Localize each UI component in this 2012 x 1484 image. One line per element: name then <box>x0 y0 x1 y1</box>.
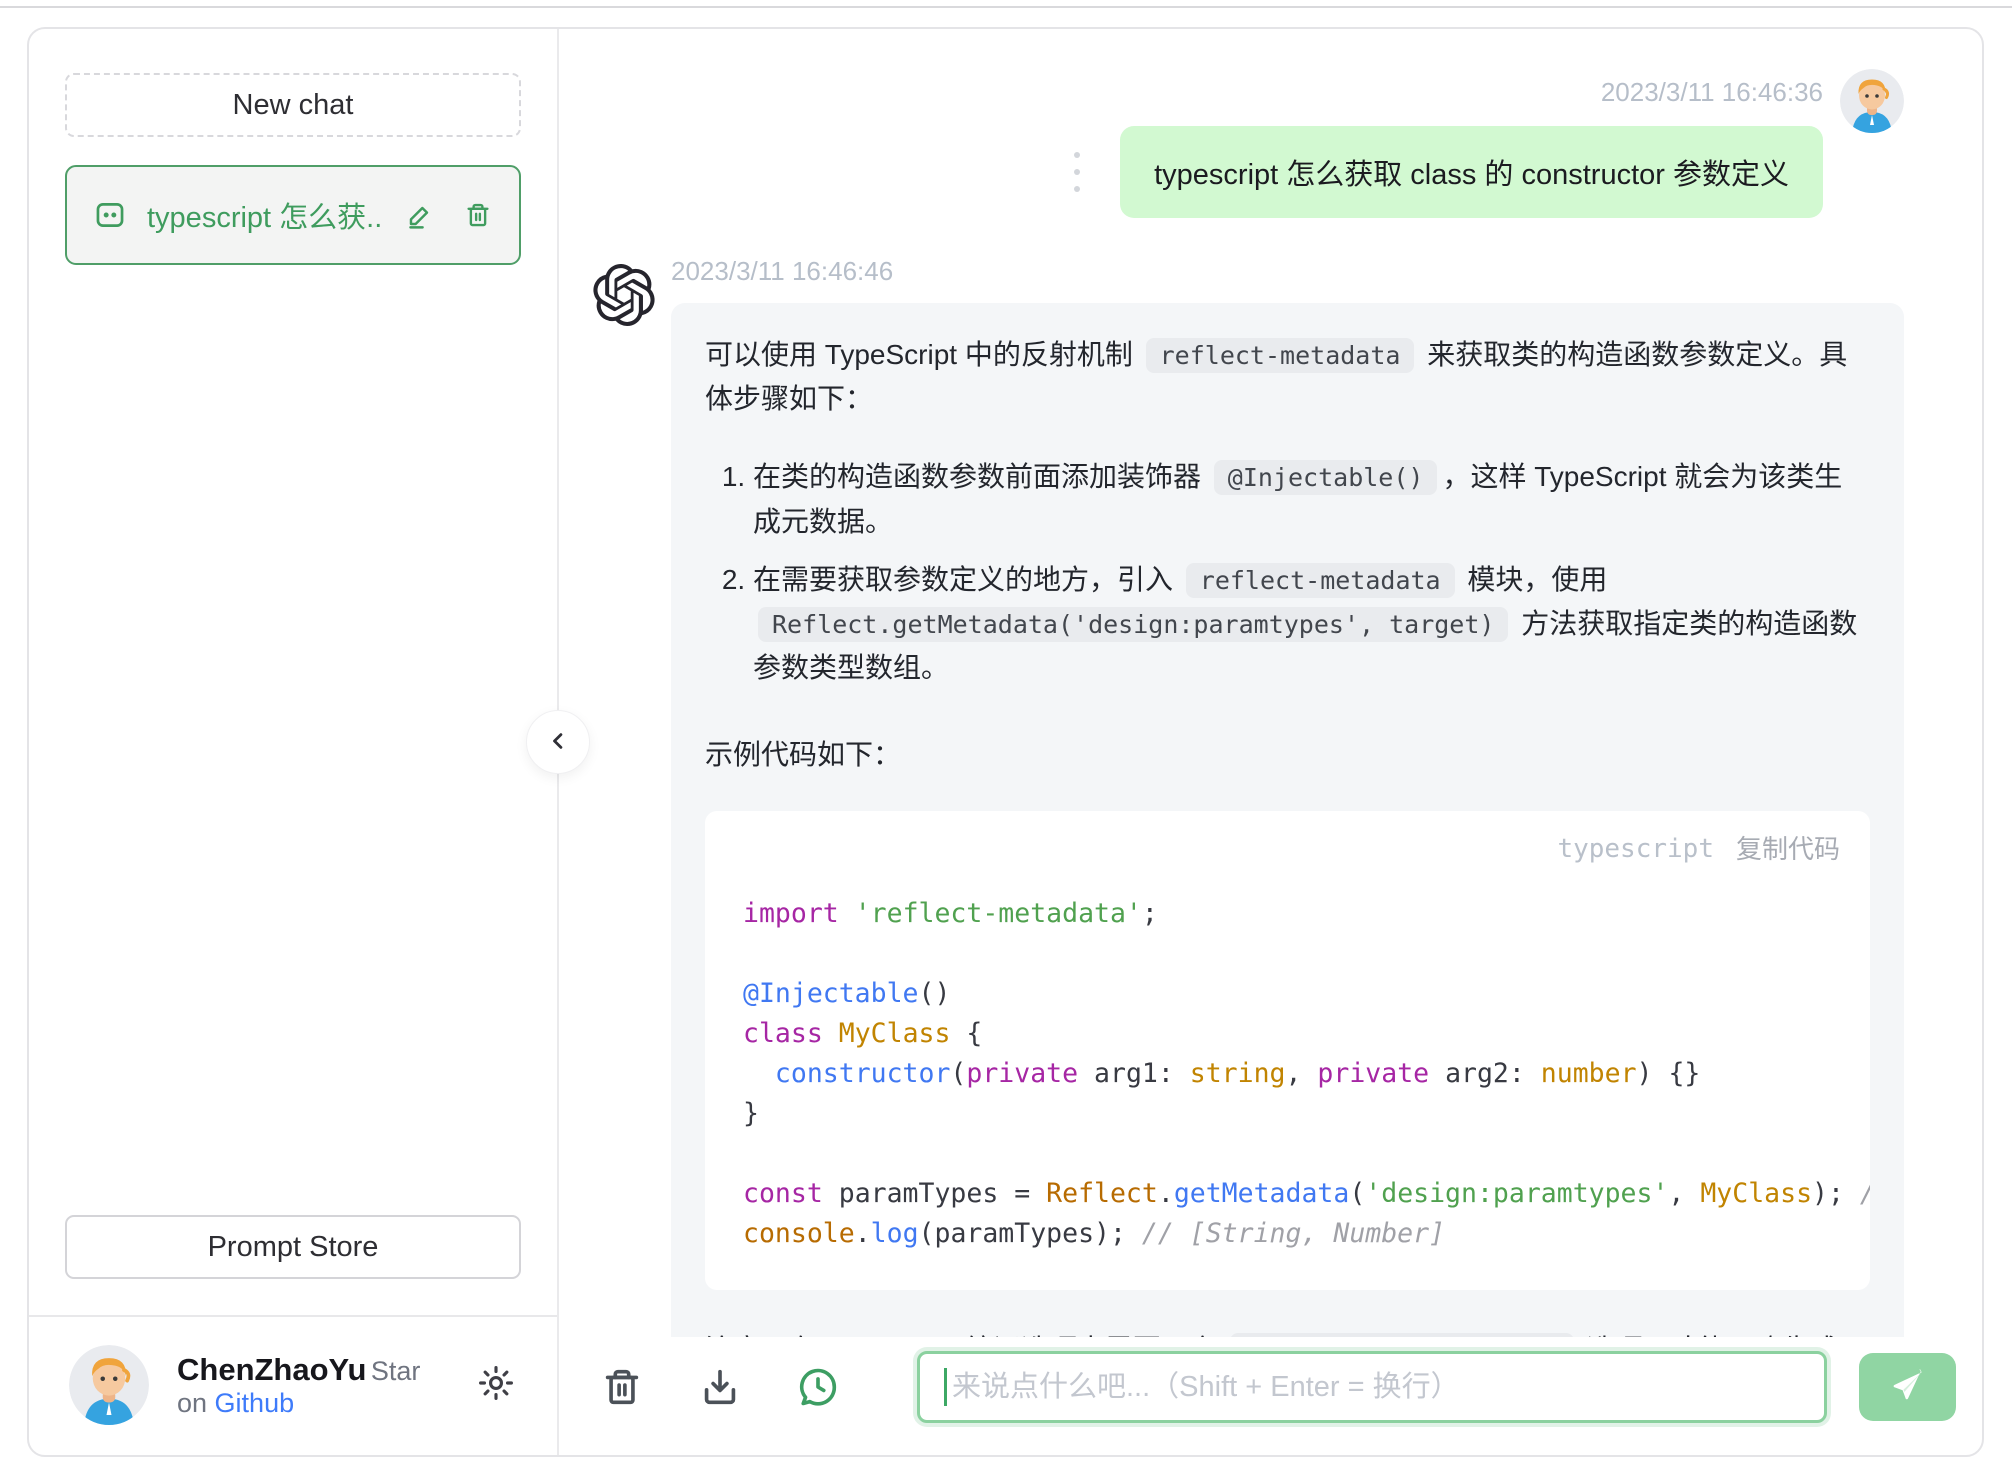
code-body: import 'reflect-metadata'; @Injectable()… <box>743 894 1870 1254</box>
trash-icon[interactable] <box>463 200 493 230</box>
assistant-message: 2023/3/11 16:46:46 可以使用 TypeScript 中的反射机… <box>593 252 1904 1337</box>
code-line: class MyClass { <box>743 1017 983 1049</box>
user-message-body: 2023/3/11 16:46:36 typescript 怎么获取 class… <box>1074 69 1823 218</box>
message-input-wrap <box>917 1351 1827 1423</box>
code-line: console.log(paramTypes); // [String, Num… <box>743 1217 1446 1249</box>
sidebar-profile: ChenZhaoYu Star on Github <box>29 1315 557 1455</box>
user-bubble-row: typescript 怎么获取 class 的 constructor 参数定义 <box>1074 126 1823 218</box>
sidebar: New chat typescript 怎么获... Prompt Store … <box>29 29 559 1455</box>
code-block: typescript 复制代码 import 'reflect-metadata… <box>705 810 1870 1290</box>
chat-main: 2023/3/11 16:46:36 typescript 怎么获取 class… <box>526 29 1982 1455</box>
code-line: constructor(private arg1: string, privat… <box>774 1057 1701 1089</box>
assistant-bubble-wrap: 可以使用 TypeScript 中的反射机制 reflect-metadata … <box>671 303 1904 1337</box>
code-line: const paramTypes = Reflect.getMetadata('… <box>743 1177 1870 1209</box>
assistant-steps: 在类的构造函数参数前面添加装饰器 @Injectable()，这样 TypeSc… <box>705 455 1870 690</box>
code-line: @Injectable() <box>743 977 951 1009</box>
assistant-step-1: 在类的构造函数参数前面添加装饰器 @Injectable()，这样 TypeSc… <box>753 455 1870 543</box>
sidebar-collapse-button[interactable] <box>526 710 590 774</box>
code-block-header: typescript 复制代码 <box>743 829 1840 870</box>
assistant-message-body: 2023/3/11 16:46:46 可以使用 TypeScript 中的反射机… <box>671 252 1904 1337</box>
conversation-actions <box>404 200 493 231</box>
profile-text: ChenZhaoYu Star on Github <box>177 1352 447 1419</box>
edit-icon[interactable] <box>404 200 435 231</box>
user-timestamp: 2023/3/11 16:46:36 <box>1600 77 1823 107</box>
new-chat-button[interactable]: New chat <box>65 73 521 137</box>
chat-history-icon[interactable] <box>795 1364 841 1410</box>
prompt-store-button[interactable]: Prompt Store <box>65 1215 521 1279</box>
sidebar-item-conversation[interactable]: typescript 怎么获... <box>65 165 521 265</box>
github-link[interactable]: Github <box>215 1388 295 1418</box>
send-button[interactable] <box>1859 1353 1956 1421</box>
inline-code: emitDecoratorMetadata <box>1229 1332 1574 1337</box>
send-plane-icon <box>1888 1366 1928 1409</box>
composer-bar <box>559 1337 1982 1455</box>
clear-trash-icon[interactable] <box>599 1364 645 1410</box>
inline-code: @Injectable() <box>1213 460 1438 496</box>
sidebar-main: New chat typescript 怎么获... Prompt Store <box>29 29 557 1315</box>
assistant-step-2: 在需要获取参数定义的地方，引入 reflect-metadata 模块，使用 R… <box>753 558 1870 691</box>
inline-code: Reflect.getMetadata('design:paramtypes',… <box>758 607 1509 643</box>
user-avatar <box>69 1345 149 1425</box>
window-top-edge <box>0 6 2012 8</box>
message-input[interactable] <box>920 1354 1824 1420</box>
assistant-note: 注意：在 TypeScript 编译选项中需要开启 emitDecoratorM… <box>705 1328 1870 1337</box>
copy-code-button[interactable]: 复制代码 <box>1736 829 1840 870</box>
gear-icon[interactable] <box>475 1362 517 1409</box>
conversation-title: typescript 怎么获... <box>147 202 384 234</box>
assistant-intro: 可以使用 TypeScript 中的反射机制 reflect-metadata … <box>705 338 1848 415</box>
inline-code: reflect-metadata <box>1185 562 1455 598</box>
chat-scroll-area[interactable]: 2023/3/11 16:46:36 typescript 怎么获取 class… <box>559 29 1982 1337</box>
openai-logo <box>593 264 655 331</box>
assistant-timestamp: 2023/3/11 16:46:46 <box>671 256 894 286</box>
code-line: } <box>743 1097 759 1129</box>
user-bubble: typescript 怎么获取 class 的 constructor 参数定义 <box>1120 126 1823 218</box>
user-message: 2023/3/11 16:46:36 typescript 怎么获取 class… <box>593 69 1904 218</box>
message-icon <box>93 198 127 232</box>
assistant-bubble: 可以使用 TypeScript 中的反射机制 reflect-metadata … <box>671 303 1904 1337</box>
more-dots-icon[interactable] <box>1074 152 1081 192</box>
inline-code: reflect-metadata <box>1145 338 1415 373</box>
download-icon[interactable] <box>697 1364 743 1410</box>
chevron-left-icon <box>544 727 572 758</box>
code-language-label: typescript <box>1557 833 1714 864</box>
code-line: import 'reflect-metadata'; <box>743 897 1158 929</box>
example-label: 示例代码如下： <box>705 738 902 770</box>
user-avatar <box>1840 69 1904 133</box>
app-frame: New chat typescript 怎么获... Prompt Store … <box>27 27 1984 1457</box>
text-caret <box>944 1368 947 1406</box>
profile-name: ChenZhaoYu <box>177 1351 367 1387</box>
